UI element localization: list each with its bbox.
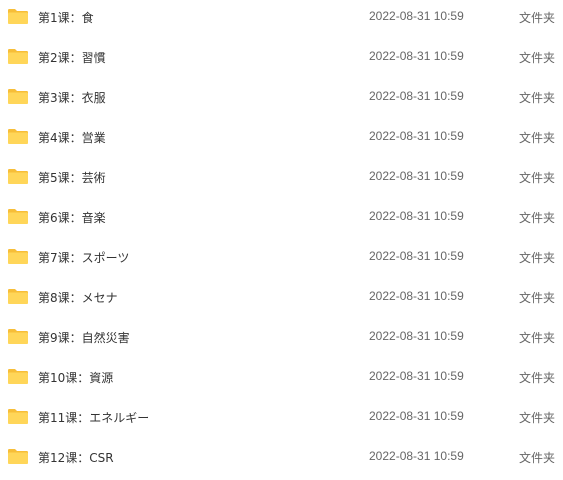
file-type: 文件夹 (519, 51, 556, 65)
file-type: 文件夹 (519, 411, 556, 425)
file-row[interactable]: 第3课：衣服 2022-08-31 10:59 文件夹 (0, 80, 563, 120)
folder-icon (7, 128, 29, 145)
folder-icon (7, 48, 29, 65)
file-type: 文件夹 (519, 331, 556, 345)
folder-icon (7, 368, 29, 385)
modified-date: 2022-08-31 10:59 (369, 49, 464, 63)
file-name[interactable]: 第2课：習慣 (38, 49, 106, 66)
file-type: 文件夹 (519, 131, 556, 145)
folder-icon (7, 288, 29, 305)
modified-date: 2022-08-31 10:59 (369, 329, 464, 343)
file-name[interactable]: 第1课：食 (38, 9, 94, 26)
file-name[interactable]: 第10课：資源 (38, 369, 113, 386)
file-row[interactable]: 第2课：習慣 2022-08-31 10:59 文件夹 (0, 40, 563, 80)
file-row[interactable]: 第10课：資源 2022-08-31 10:59 文件夹 (0, 360, 563, 400)
folder-icon (7, 448, 29, 465)
file-row[interactable]: 第6课：音楽 2022-08-31 10:59 文件夹 (0, 200, 563, 240)
folder-icon (7, 88, 29, 105)
file-type: 文件夹 (519, 171, 556, 185)
file-name[interactable]: 第4课：営業 (38, 129, 106, 146)
folder-icon (7, 208, 29, 225)
modified-date: 2022-08-31 10:59 (369, 249, 464, 263)
folder-icon (7, 168, 29, 185)
file-name[interactable]: 第12课：CSR (38, 449, 114, 466)
modified-date: 2022-08-31 10:59 (369, 209, 464, 223)
file-row[interactable]: 第1课：食 2022-08-31 10:59 文件夹 (0, 0, 563, 40)
modified-date: 2022-08-31 10:59 (369, 9, 464, 23)
file-row[interactable]: 第8课：メセナ 2022-08-31 10:59 文件夹 (0, 280, 563, 320)
modified-date: 2022-08-31 10:59 (369, 89, 464, 103)
modified-date: 2022-08-31 10:59 (369, 409, 464, 423)
file-type: 文件夹 (519, 291, 556, 305)
modified-date: 2022-08-31 10:59 (369, 289, 464, 303)
file-type: 文件夹 (519, 211, 556, 225)
file-row[interactable]: 第11课：エネルギー 2022-08-31 10:59 文件夹 (0, 400, 563, 440)
file-row[interactable]: 第5课：芸術 2022-08-31 10:59 文件夹 (0, 160, 563, 200)
folder-icon (7, 8, 29, 25)
folder-icon (7, 408, 29, 425)
file-name[interactable]: 第6课：音楽 (38, 209, 106, 226)
file-type: 文件夹 (519, 251, 556, 265)
file-type: 文件夹 (519, 91, 556, 105)
folder-icon (7, 248, 29, 265)
modified-date: 2022-08-31 10:59 (369, 449, 464, 463)
file-name[interactable]: 第11课：エネルギー (38, 409, 149, 426)
file-name[interactable]: 第5课：芸術 (38, 169, 106, 186)
file-name[interactable]: 第9课：自然災害 (38, 329, 130, 346)
file-name[interactable]: 第7课：スポーツ (38, 249, 129, 266)
folder-icon (7, 328, 29, 345)
modified-date: 2022-08-31 10:59 (369, 129, 464, 143)
file-list: 第1课：食 2022-08-31 10:59 文件夹 第2课：習慣 2022-0… (0, 0, 563, 467)
file-type: 文件夹 (519, 371, 556, 385)
modified-date: 2022-08-31 10:59 (369, 169, 464, 183)
file-row[interactable]: 第7课：スポーツ 2022-08-31 10:59 文件夹 (0, 240, 563, 280)
file-name[interactable]: 第8课：メセナ (38, 289, 118, 306)
file-type: 文件夹 (519, 11, 556, 25)
file-row[interactable]: 第4课：営業 2022-08-31 10:59 文件夹 (0, 120, 563, 160)
modified-date: 2022-08-31 10:59 (369, 369, 464, 383)
file-row[interactable]: 第12课：CSR 2022-08-31 10:59 文件夹 (0, 440, 563, 480)
file-row[interactable]: 第9课：自然災害 2022-08-31 10:59 文件夹 (0, 320, 563, 360)
file-type: 文件夹 (519, 451, 556, 465)
file-name[interactable]: 第3课：衣服 (38, 89, 106, 106)
